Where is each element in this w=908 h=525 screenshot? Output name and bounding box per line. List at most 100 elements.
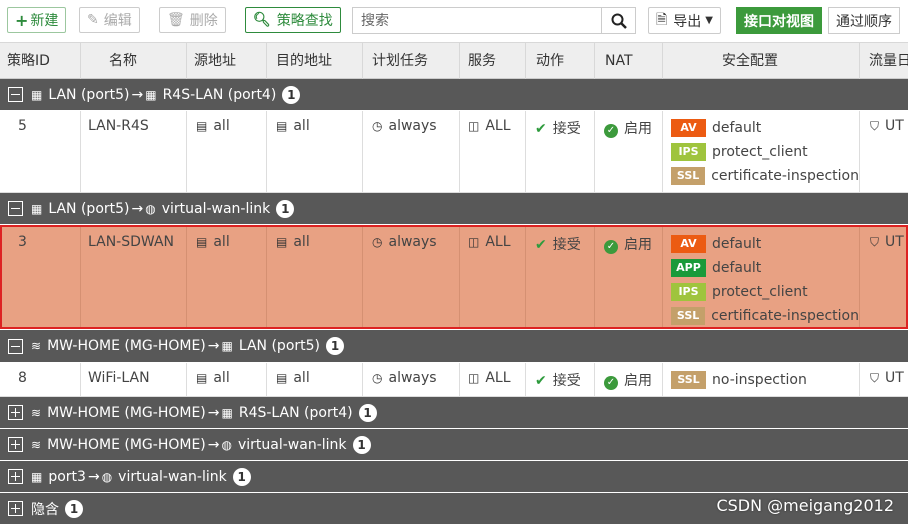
schedule-value: always	[388, 370, 437, 386]
col-label: 策略ID	[7, 53, 50, 69]
expand-icon[interactable]	[8, 437, 23, 452]
policy-name: LAN-SDWAN	[81, 227, 187, 327]
search-submit-button[interactable]	[601, 8, 635, 33]
action-cell: ✔ 接受	[526, 227, 595, 327]
destination-cell: ▤ all	[267, 111, 363, 192]
caret-down-icon: ▼	[705, 15, 713, 26]
interface-icon: ▦	[221, 405, 233, 420]
edit-button[interactable]: ✎ 编辑	[79, 7, 140, 33]
group-header[interactable]: ≋ MW-HOME (MG-HOME) → ◍ virtual-wan-link…	[0, 429, 908, 461]
destination-value: all	[293, 370, 310, 386]
group-source: MW-HOME (MG-HOME)	[47, 404, 206, 421]
arrow-icon: →	[131, 200, 144, 217]
collapse-icon[interactable]	[8, 87, 23, 102]
log-cell: ⛉ UT	[860, 227, 906, 327]
profile-item[interactable]: AV default	[671, 116, 859, 140]
profile-name: no-inspection	[712, 372, 807, 388]
destination-value: all	[293, 234, 310, 250]
col-name[interactable]: 名称	[81, 43, 187, 79]
view-interface-pair-button[interactable]: 接口对视图	[736, 7, 822, 34]
trash-icon: 🗑	[167, 12, 185, 28]
action-cell: ✔ 接受	[526, 363, 595, 396]
service-value: ALL	[485, 118, 511, 134]
count-badge: 1	[282, 85, 301, 104]
group-header[interactable]: ▦ port3 → ◍ virtual-wan-link 1	[0, 461, 908, 493]
sdwan-icon: ◍	[145, 201, 156, 216]
col-security-profiles[interactable]: 安全配置	[663, 43, 860, 79]
watermark: CSDN @meigang2012	[716, 496, 894, 515]
view-sequence-button[interactable]: 通过顺序	[828, 7, 900, 34]
table-row[interactable]: 8 WiFi-LAN ▤ all ▤ all ◷ always ◫ ALL ✔ 接受 ✓ 启…	[0, 363, 908, 397]
group-header[interactable]: ≋ MW-HOME (MG-HOME) → ▦ R4S-LAN (port4) …	[0, 397, 908, 429]
new-button[interactable]: + 新建	[7, 7, 67, 33]
profile-item[interactable]: APP default	[671, 256, 859, 280]
count-badge: 1	[358, 403, 377, 422]
col-destination[interactable]: 目的地址	[267, 43, 363, 79]
col-label: NAT	[605, 53, 633, 69]
col-service[interactable]: 服务	[460, 43, 526, 79]
profile-name: certificate-inspection	[711, 168, 859, 184]
source-cell: ▤ all	[187, 227, 267, 327]
interface-icon: ▦	[145, 87, 157, 102]
wifi-icon: ≋	[31, 339, 42, 353]
profile-item[interactable]: SSL no-inspection	[671, 368, 859, 392]
search-input[interactable]	[361, 11, 601, 31]
source-cell: ▤ all	[187, 111, 267, 192]
expand-icon[interactable]	[8, 501, 23, 516]
schedule-icon: ◷	[372, 119, 383, 133]
schedule-value: always	[388, 118, 437, 134]
destination-value: all	[293, 118, 310, 134]
col-nat[interactable]: NAT	[595, 43, 663, 79]
group-header[interactable]: ▦ LAN (port5) → ◍ virtual-wan-link 1	[0, 193, 908, 225]
antivirus-tag: AV	[671, 235, 706, 253]
search-box	[352, 7, 636, 34]
col-action[interactable]: 动作	[526, 43, 595, 79]
service-cell: ◫ ALL	[460, 363, 526, 396]
policy-lookup-button[interactable]: 🔍︎ 策略查找	[245, 7, 341, 33]
policy-id: 5	[0, 111, 81, 192]
action-cell: ✔ 接受	[526, 111, 595, 192]
group-destination: virtual-wan-link	[118, 468, 227, 485]
col-source[interactable]: 源地址	[187, 43, 267, 79]
profile-item[interactable]: AV default	[671, 232, 859, 256]
sdwan-icon: ◍	[221, 437, 232, 452]
profile-name: protect_client	[712, 144, 808, 160]
count-badge: 1	[276, 199, 295, 218]
group-header[interactable]: ▦ LAN (port5) → ▦ R4S-LAN (port4) 1	[0, 79, 908, 111]
delete-button[interactable]: 🗑 删除	[159, 7, 226, 33]
arrow-icon: →	[207, 404, 220, 421]
export-button[interactable]: 🗎 导出 ▼	[648, 7, 721, 34]
expand-icon[interactable]	[8, 469, 23, 484]
destination-cell: ▤ all	[267, 363, 363, 396]
profile-item[interactable]: IPS protect_client	[671, 280, 859, 304]
collapse-icon[interactable]	[8, 201, 23, 216]
group-destination: virtual-wan-link	[161, 200, 271, 217]
profile-item[interactable]: IPS protect_client	[671, 140, 859, 164]
col-policy-id[interactable]: 策略ID	[0, 43, 81, 79]
group-destination: virtual-wan-link	[237, 436, 347, 453]
source-value: all	[213, 118, 230, 134]
source-cell: ▤ all	[187, 363, 267, 396]
schedule-cell: ◷ always	[363, 227, 460, 327]
expand-icon[interactable]	[8, 405, 23, 420]
check-circle-icon: ✓	[604, 376, 618, 390]
profile-item[interactable]: SSL certificate-inspection	[671, 304, 859, 327]
document-icon: 🗎	[656, 11, 668, 28]
table-row[interactable]: 5 LAN-R4S ▤ all ▤ all ◷ always ◫ ALL ✔ 接受 ✓ 启用…	[0, 111, 908, 193]
ssl-tag: SSL	[671, 167, 706, 185]
col-schedule[interactable]: 计划任务	[363, 43, 460, 79]
group-source: LAN (port5)	[48, 86, 130, 103]
check-icon: ✔	[535, 237, 547, 253]
plus-icon: +	[15, 10, 29, 30]
table-row-selected[interactable]: 3 LAN-SDWAN ▤ all ▤ all ◷ always ◫ ALL ✔ 接受 ✓…	[0, 225, 908, 329]
shield-icon: ⛉	[870, 119, 880, 133]
service-cell: ◫ ALL	[460, 227, 526, 327]
nat-value: 启用	[624, 121, 652, 137]
service-value: ALL	[485, 370, 511, 386]
profile-item[interactable]: SSL certificate-inspection	[671, 164, 859, 188]
destination-cell: ▤ all	[267, 227, 363, 327]
col-log[interactable]: 流量日	[860, 43, 908, 79]
collapse-icon[interactable]	[8, 338, 23, 354]
col-label: 计划任务	[372, 53, 428, 69]
group-header[interactable]: ≋ MW-HOME (MG-HOME) → ▦ LAN (port5) 1	[0, 330, 908, 363]
